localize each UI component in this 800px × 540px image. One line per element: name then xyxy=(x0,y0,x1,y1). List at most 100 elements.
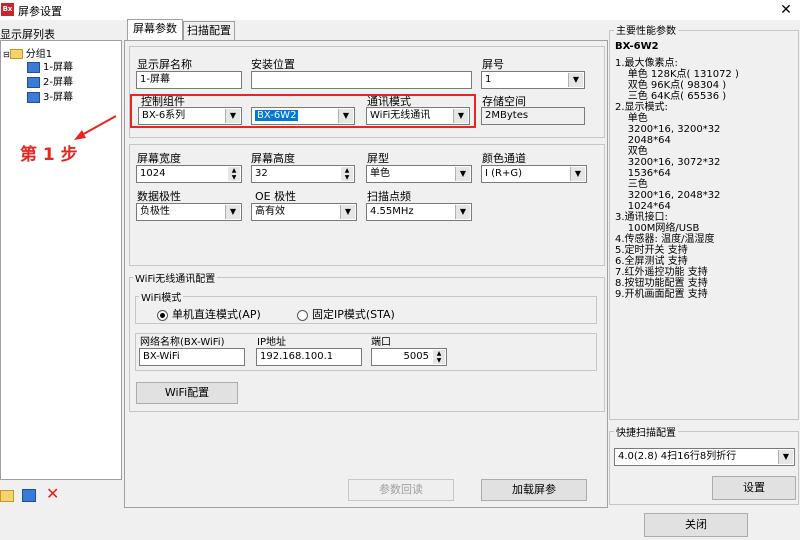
add-group-icon[interactable] xyxy=(0,490,14,502)
data-polarity-label: 数据极性 xyxy=(137,190,181,203)
chevron-down-icon: ▼ xyxy=(455,167,470,181)
performance-line: 3200*16, 3072*32 xyxy=(615,157,721,168)
oe-polarity-select[interactable]: 高有效 ▼ xyxy=(251,203,357,221)
chevron-down-icon: ▼ xyxy=(338,109,353,123)
comm-mode-select[interactable]: WiFi无线通讯 ▼ xyxy=(366,107,470,125)
radio-unchecked-icon xyxy=(297,309,308,321)
performance-line: 双色 xyxy=(615,146,648,157)
tree-screen-2[interactable]: 2-屏幕 xyxy=(27,73,73,88)
performance-line: 1.最大像素点: xyxy=(615,58,678,69)
delete-icon[interactable]: ✕ xyxy=(46,484,59,503)
storage-field: 2MBytes xyxy=(481,107,585,125)
quick-scan-select[interactable]: 4.0(2.8) 4扫16行8列折行 ▼ xyxy=(614,448,795,466)
location-label: 安装位置 xyxy=(251,58,295,71)
performance-line: 100M网络/USB xyxy=(615,223,700,234)
spinner-arrows-icon[interactable]: ▲ ▼ xyxy=(341,167,353,181)
screen-name-input[interactable]: 1-屏幕 xyxy=(136,71,242,89)
scan-freq-label: 扫描点频 xyxy=(367,190,411,203)
tab-scan-config[interactable]: 扫描配置 xyxy=(183,21,235,40)
tree-screen-3[interactable]: 3-屏幕 xyxy=(27,88,73,103)
title-bar xyxy=(0,0,800,20)
monitor-icon xyxy=(27,91,40,103)
controller-series-select[interactable]: BX-6系列 ▼ xyxy=(138,107,242,125)
chevron-down-icon: ▼ xyxy=(225,109,240,123)
performance-line: 3.通讯接口: xyxy=(615,212,668,223)
chevron-down-icon: ▼ xyxy=(455,205,470,219)
monitor-icon xyxy=(27,76,40,88)
radio-checked-icon xyxy=(157,309,168,321)
controller-model-select[interactable]: BX-6W2 ▼ xyxy=(251,107,355,125)
window-title: 屏参设置 xyxy=(18,5,62,18)
add-screen-icon[interactable] xyxy=(22,489,36,502)
ip-input[interactable]: 192.168.100.1 xyxy=(256,348,362,366)
color-channel-select[interactable]: I (R+G) ▼ xyxy=(481,165,587,183)
performance-list: 1.最大像素点: 单色 128K点( 131072 ) 双色 96K点( 983… xyxy=(615,58,795,300)
annotation-arrow-icon xyxy=(74,115,117,140)
ip-label: IP地址 xyxy=(257,337,286,348)
performance-line: 三色 64K点( 65536 ) xyxy=(615,91,727,102)
spinner-arrows-icon[interactable]: ▲ ▼ xyxy=(228,167,240,181)
performance-line: 6.全屏测试 支持 xyxy=(615,256,688,267)
tree-screen-1[interactable]: 1-屏幕 xyxy=(27,58,73,73)
spinner-arrows-icon[interactable]: ▲ ▼ xyxy=(433,350,445,364)
screen-name-label: 显示屏名称 xyxy=(137,58,192,71)
height-label: 屏幕高度 xyxy=(251,152,295,165)
performance-line: 5.定时开关 支持 xyxy=(615,245,688,256)
location-input[interactable] xyxy=(251,71,472,89)
screen-type-select[interactable]: 单色 ▼ xyxy=(366,165,472,183)
window-close-button[interactable]: ✕ xyxy=(776,1,796,19)
performance-line: 4.传感器: 温度/温湿度 xyxy=(615,234,715,245)
tab-screen-params[interactable]: 屏幕参数 xyxy=(127,19,183,41)
folder-icon xyxy=(9,49,23,59)
wifi-mode-title: WiFi模式 xyxy=(139,289,184,304)
performance-line: 9.开机画面配置 支持 xyxy=(615,289,708,300)
wifi-mode-sta-radio[interactable]: 固定IP模式(STA) xyxy=(297,306,395,322)
height-spinner[interactable]: 32 ▲ ▼ xyxy=(251,165,355,183)
load-params-button[interactable]: 加载屏参 xyxy=(481,479,587,501)
performance-line: 双色 96K点( 98304 ) xyxy=(615,80,727,91)
screen-tree[interactable]: ⊟ 分组1 1-屏幕 2-屏幕 3-屏幕 xyxy=(0,40,122,480)
monitor-icon xyxy=(27,61,40,73)
setup-button[interactable]: 设置 xyxy=(712,476,796,500)
performance-title: 主要性能参数 xyxy=(614,22,678,37)
oe-polarity-label: OE 极性 xyxy=(255,190,297,203)
ssid-label: 网络名称(BX-WiFi) xyxy=(140,337,225,348)
quick-scan-title: 快捷扫描配置 xyxy=(614,424,678,439)
performance-model: BX-6W2 xyxy=(615,41,659,52)
ssid-input[interactable]: BX-WiFi xyxy=(139,348,245,366)
performance-line: 3200*16, 3200*32 xyxy=(615,124,721,135)
width-spinner[interactable]: 1024 ▲ ▼ xyxy=(136,165,242,183)
performance-line: 三色 xyxy=(615,179,648,190)
wifi-mode-ap-radio[interactable]: 单机直连模式(AP) xyxy=(157,306,261,322)
screen-type-label: 屏型 xyxy=(367,152,389,165)
performance-line: 2.显示模式: xyxy=(615,102,668,113)
chevron-down-icon: ▼ xyxy=(225,205,240,219)
data-polarity-select[interactable]: 负极性 ▼ xyxy=(136,203,242,221)
wifi-config-button[interactable]: WiFi配置 xyxy=(136,382,238,404)
performance-line: 8.按钮功能配置 支持 xyxy=(615,278,708,289)
close-button[interactable]: 关闭 xyxy=(644,513,748,537)
param-readback-button[interactable]: 参数回读 xyxy=(348,479,454,501)
port-spinner[interactable]: 5005 ▲ ▼ xyxy=(371,348,447,366)
performance-line: 单色 128K点( 131072 ) xyxy=(615,69,739,80)
step-annotation: 第 1 步 xyxy=(20,145,78,165)
port-label: 端口 xyxy=(371,337,391,348)
app-logo-icon: Bx xyxy=(1,3,14,16)
width-label: 屏幕宽度 xyxy=(137,152,181,165)
chevron-down-icon: ▼ xyxy=(453,109,468,123)
wifi-group-title: WiFi无线通讯配置 xyxy=(133,270,218,285)
performance-line: 7.红外遥控功能 支持 xyxy=(615,267,708,278)
performance-line: 1024*64 xyxy=(615,201,671,212)
chevron-down-icon: ▼ xyxy=(568,73,583,87)
chevron-down-icon: ▼ xyxy=(340,205,355,219)
chevron-down-icon: ▼ xyxy=(778,450,793,464)
performance-line: 1536*64 xyxy=(615,168,671,179)
chevron-down-icon: ▼ xyxy=(570,167,585,181)
scan-freq-select[interactable]: 4.55MHz ▼ xyxy=(366,203,472,221)
performance-line: 单色 xyxy=(615,113,648,124)
performance-line: 3200*16, 2048*32 xyxy=(615,190,721,201)
screen-number-select[interactable]: 1 ▼ xyxy=(481,71,585,89)
color-channel-label: 颜色通道 xyxy=(482,152,526,165)
screen-number-label: 屏号 xyxy=(482,58,504,71)
performance-line: 2048*64 xyxy=(615,135,671,146)
